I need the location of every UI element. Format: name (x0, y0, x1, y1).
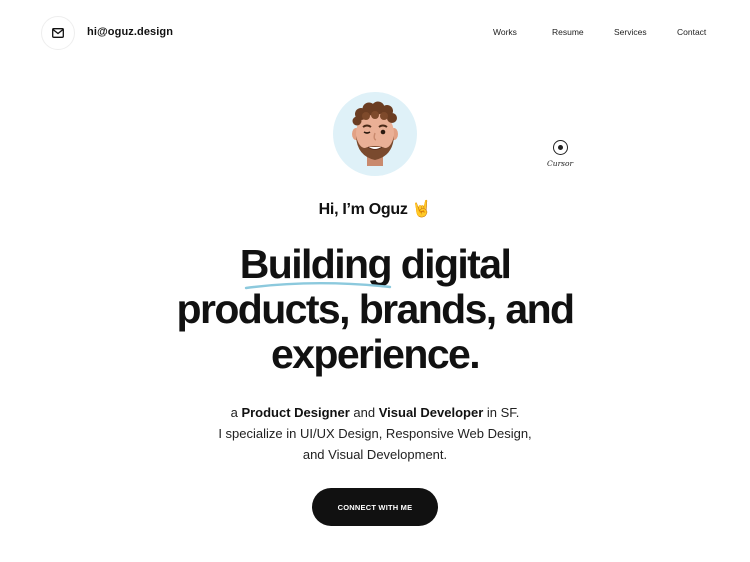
desc-text-and: and (349, 405, 379, 420)
description-line-2: I specialize in UI/UX Design, Responsive… (218, 426, 532, 441)
email-link[interactable]: hi@oguz.design (87, 26, 173, 38)
nav-services[interactable]: Services (614, 27, 647, 37)
mail-icon (52, 28, 64, 38)
headline: Building digital products, brands, and e… (0, 242, 750, 377)
cursor-dot-icon (558, 145, 563, 150)
memoji-avatar-image (352, 101, 398, 166)
rock-hand-icon: 🤘 (411, 201, 432, 218)
nav-resume[interactable]: Resume (552, 27, 584, 37)
cursor-label: Cursor (547, 159, 574, 168)
avatar (333, 92, 417, 176)
description-line-1: a Product Designer and Visual Developer … (0, 402, 750, 423)
nav-works[interactable]: Works (493, 27, 517, 37)
description-line-3: and Visual Development. (302, 447, 448, 462)
connect-button[interactable]: CONNECT WITH ME (312, 488, 438, 526)
mail-button[interactable] (41, 16, 75, 50)
greeting-text: Hi, I’m Oguz (318, 201, 408, 218)
desc-text-end: in SF. (483, 405, 520, 420)
cursor-badge: Cursor (546, 139, 578, 173)
description: a Product Designer and Visual Developer … (0, 402, 750, 465)
headline-line-3: experience. (270, 331, 481, 377)
portfolio-page: hi@oguz.design Works Resume Services Con… (0, 0, 750, 562)
desc-text-a: a (230, 405, 242, 420)
role-product-designer: Product Designer (241, 405, 350, 420)
greeting: Hi, I’m Oguz 🤘 (0, 199, 750, 219)
role-visual-developer: Visual Developer (378, 405, 484, 420)
highlight-underline (244, 282, 392, 290)
headline-line-1-rest: digital (390, 241, 512, 287)
nav-contact[interactable]: Contact (677, 27, 706, 37)
